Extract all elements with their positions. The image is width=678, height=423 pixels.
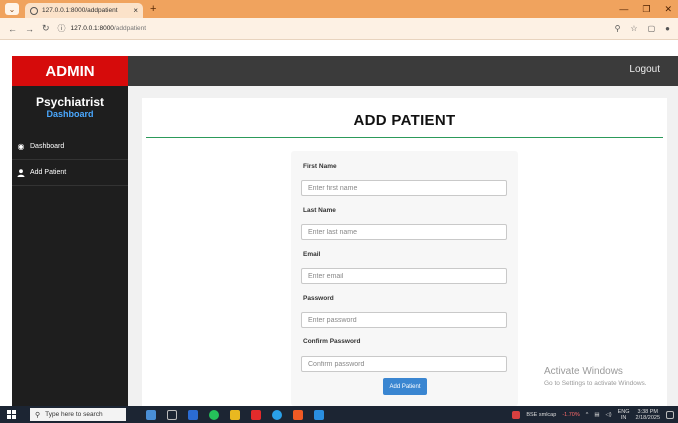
search-icon: ⚲ [35, 411, 41, 419]
stock-change: -1.70% [562, 411, 580, 418]
title-divider [146, 137, 663, 138]
windows-taskbar: ⚲ Type here to search BSE smlcap -1.70% … [0, 406, 678, 423]
network-icon[interactable]: ▤ [594, 412, 599, 418]
lang-bottom: IN [620, 414, 627, 421]
sidebar-item-add-patient[interactable]: Add Patient [12, 160, 128, 186]
page-title: ADD PATIENT [353, 112, 456, 129]
confirm-password-label: Confirm Password [303, 338, 361, 345]
back-arrow-icon[interactable]: ← [8, 24, 17, 34]
tray-chevron-icon[interactable]: ^ [586, 412, 589, 418]
site-info-icon[interactable]: ⓘ [58, 23, 66, 34]
tab-search-chevron-icon[interactable]: ⌄ [5, 3, 19, 15]
add-patient-button[interactable]: Add Patient [383, 378, 427, 395]
clock[interactable]: 3:38 PM 2/18/2025 [636, 409, 660, 421]
tab-title: 127.0.0.1:8000/addpatient [42, 7, 118, 14]
lang-top: ENG [617, 408, 630, 415]
stock-name[interactable]: BSE smlcap [526, 412, 556, 418]
file-explorer-icon[interactable] [230, 409, 240, 420]
sidebar-item-label: Dashboard [30, 143, 65, 150]
taskbar-search-placeholder: Type here to search [45, 411, 103, 418]
globe-icon [30, 6, 38, 15]
store-icon[interactable] [188, 409, 198, 420]
system-tray: BSE smlcap -1.70% ^ ▤ ◁) ENG IN 3:38 PM … [512, 409, 674, 421]
new-tab-button[interactable]: + [150, 3, 156, 15]
start-button[interactable] [0, 406, 22, 423]
tab-close-icon[interactable]: × [133, 6, 138, 15]
windows-logo-icon [6, 410, 16, 419]
taskbar-search[interactable]: ⚲ Type here to search [30, 408, 126, 421]
browser-tab[interactable]: 127.0.0.1:8000/addpatient × [25, 3, 143, 18]
browser-toolbar: ← → ↻ ⓘ 127.0.0.1:8000/addpatient ⚲ ☆ ▢ … [0, 18, 678, 40]
address-path: /addpatient [113, 25, 147, 32]
task-view-icon[interactable] [167, 409, 177, 420]
clock-time: 3:38 PM [637, 408, 658, 415]
sidebar-role-title: Psychiatrist [35, 95, 105, 109]
bookmark-star-icon[interactable]: ☆ [630, 24, 637, 33]
email-label: Email [303, 251, 321, 258]
window-close-icon[interactable]: ✕ [664, 4, 672, 15]
forward-arrow-icon[interactable]: → [25, 24, 34, 34]
password-label: Password [303, 295, 334, 302]
profile-icon[interactable]: ● [665, 24, 670, 33]
youtube-icon[interactable] [251, 409, 261, 420]
top-navbar: Logout [128, 56, 678, 86]
watermark-line2: Go to Settings to activate Windows. [544, 380, 647, 387]
sidebar-item-dashboard[interactable]: ◉ Dashboard [12, 134, 128, 160]
first-name-input[interactable] [301, 180, 507, 196]
activate-windows-watermark: Activate Windows Go to Settings to activ… [544, 366, 647, 387]
browser-tab-bar: ⌄ 127.0.0.1:8000/addpatient × + — ❐ ✕ [0, 0, 678, 18]
confirm-password-input[interactable] [301, 356, 507, 372]
watermark-line1: Activate Windows [544, 366, 623, 377]
address-bar[interactable]: ⓘ 127.0.0.1:8000/addpatient [58, 22, 606, 36]
extensions-icon[interactable]: ▢ [648, 24, 656, 33]
password-input[interactable] [301, 312, 507, 328]
language-indicator[interactable]: ENG IN [618, 409, 630, 421]
email-input[interactable] [301, 268, 507, 284]
volume-icon[interactable]: ◁) [606, 412, 612, 418]
zoom-icon[interactable]: ⚲ [615, 24, 621, 33]
toolbar-right-icons: ⚲ ☆ ▢ ● [615, 24, 670, 33]
stock-chart-icon [512, 410, 521, 419]
first-name-label: First Name [303, 163, 337, 170]
weather-icon[interactable] [146, 409, 156, 420]
vscode-icon[interactable] [314, 409, 324, 420]
taskbar-apps [146, 409, 324, 420]
window-controls: — ❐ ✕ [619, 4, 672, 15]
brand-logo: ADMIN [12, 56, 128, 86]
sidebar-role-subtitle: Dashboard [46, 109, 94, 119]
sidebar-item-label: Add Patient [30, 169, 67, 176]
dashboard-icon: ◉ [17, 142, 25, 151]
clock-date: 2/18/2025 [635, 414, 660, 421]
last-name-label: Last Name [303, 207, 336, 214]
user-icon [16, 168, 26, 177]
notification-icon[interactable] [666, 410, 674, 419]
reload-icon[interactable]: ↻ [42, 23, 50, 34]
brave-icon[interactable] [293, 409, 303, 420]
last-name-input[interactable] [301, 224, 507, 240]
whatsapp-icon[interactable] [209, 409, 219, 420]
chrome-icon[interactable] [272, 409, 282, 420]
address-host: 127.0.0.1:8000 [70, 25, 114, 32]
minimize-icon[interactable]: — [619, 4, 628, 15]
logout-link[interactable]: Logout [629, 64, 660, 75]
restore-icon[interactable]: ❐ [642, 4, 650, 15]
